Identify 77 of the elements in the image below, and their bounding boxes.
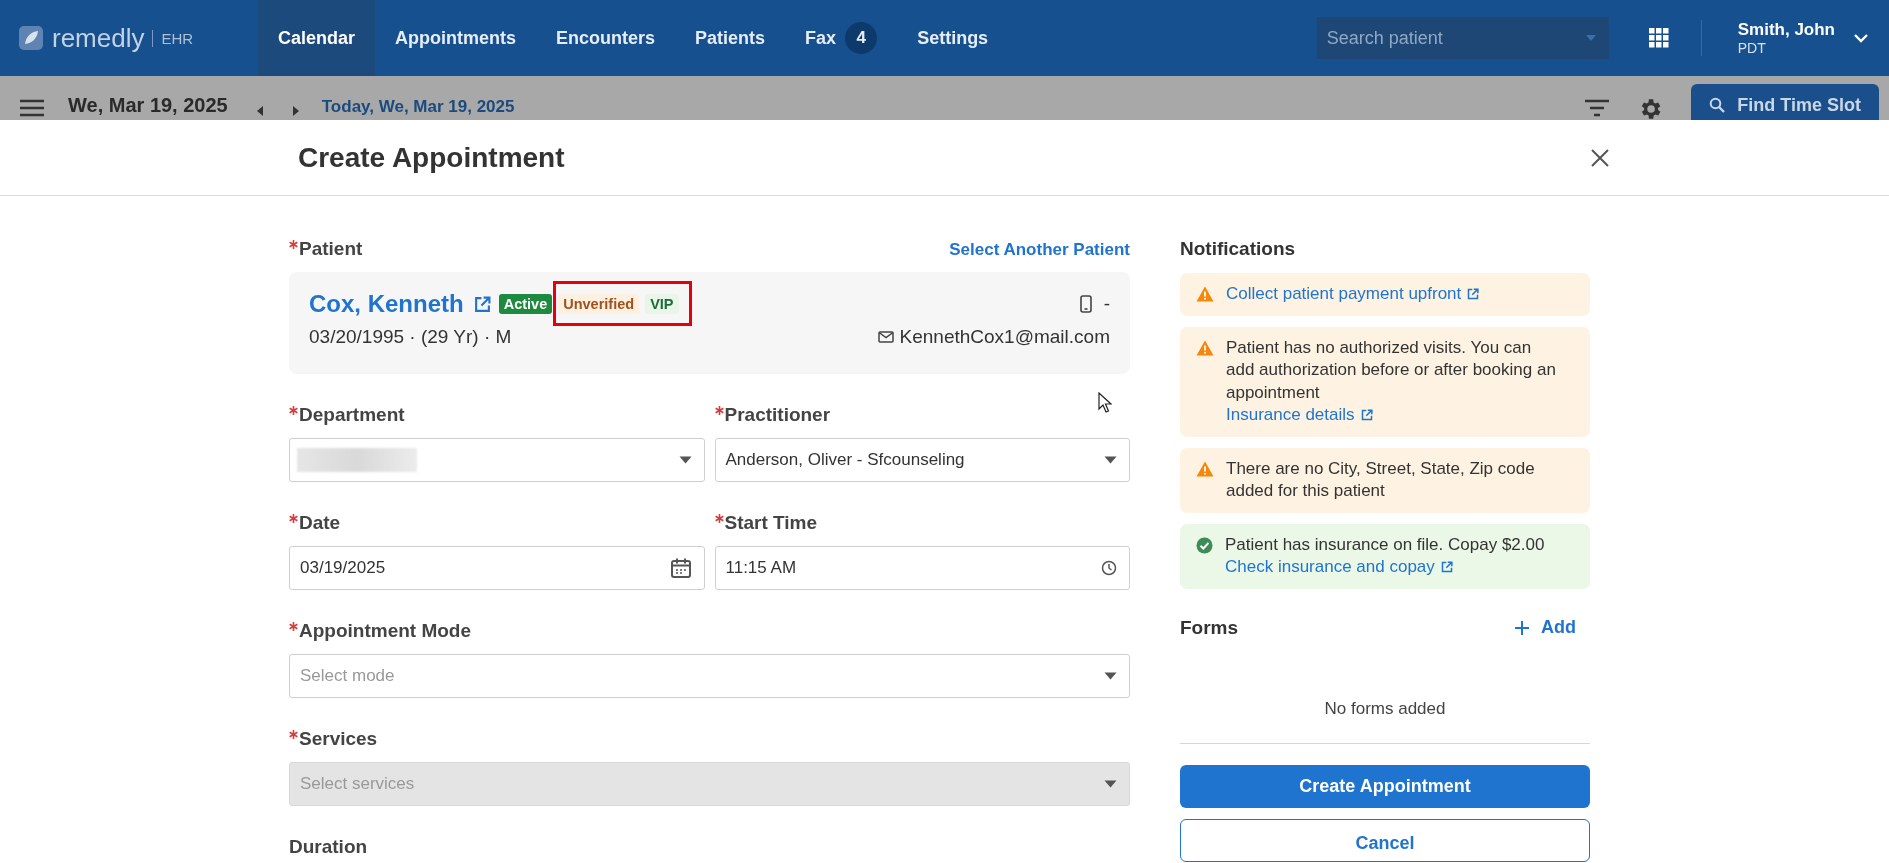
status-badge: Active bbox=[498, 294, 553, 314]
field-label: Duration bbox=[289, 836, 368, 858]
add-form-link[interactable]: Add bbox=[1515, 617, 1576, 638]
notification-link[interactable]: Check insurance and copay bbox=[1225, 556, 1545, 579]
user-name[interactable]: Smith, John bbox=[1737, 20, 1835, 40]
logo-text: remedly bbox=[52, 22, 145, 54]
nav-tab[interactable]: Fax 4 bbox=[785, 0, 898, 76]
create-appointment-button[interactable]: Create Appointment bbox=[1180, 764, 1590, 808]
notification-text: Patient has insurance on file. Copay $2.00 bbox=[1225, 533, 1545, 556]
field-label: Patient bbox=[299, 238, 363, 260]
field-label: Start Time bbox=[724, 512, 818, 534]
cancel-button[interactable]: Cancel bbox=[1180, 818, 1590, 862]
nav-tab[interactable]: Encounters bbox=[536, 0, 676, 76]
mobile-phone-icon bbox=[1079, 295, 1092, 313]
check-circle-icon bbox=[1196, 536, 1213, 554]
warning-icon bbox=[1196, 460, 1214, 477]
clock-icon bbox=[1101, 560, 1117, 576]
status-badge: Unverified bbox=[558, 294, 640, 314]
caret-icon bbox=[1104, 672, 1117, 680]
field-label: Services bbox=[299, 728, 378, 750]
external-link-icon bbox=[1440, 561, 1453, 574]
patient-email: KennethCox1@mail.com bbox=[899, 326, 1110, 348]
dialog-title: Create Appointment bbox=[298, 141, 565, 174]
select-field[interactable]: Anderson, Oliver - Sfcounseling bbox=[714, 438, 1130, 482]
external-link-icon[interactable] bbox=[473, 295, 491, 313]
empty-state-text: No forms added bbox=[1323, 698, 1447, 719]
select-field[interactable]: Select mode bbox=[289, 654, 1130, 698]
patient-details: 03/20/1995 · (29 Yr) · M bbox=[309, 326, 512, 348]
external-link-icon bbox=[1360, 409, 1373, 422]
external-link-icon bbox=[1467, 288, 1480, 301]
nav-tab[interactable]: Patients bbox=[675, 0, 786, 76]
current-date: We, Mar 19, 2025 bbox=[68, 94, 228, 117]
calendar-icon bbox=[669, 557, 692, 579]
field-label: Appointment Mode bbox=[299, 620, 472, 642]
mouse-pointer-icon bbox=[1098, 392, 1112, 414]
notification-text: There are no City, Street, State, Zip code added for this patient bbox=[1226, 457, 1536, 502]
nav-tab[interactable]: Calendar bbox=[258, 0, 376, 76]
patient-phone: - bbox=[1103, 293, 1110, 315]
notification-link[interactable]: Collect patient payment upfront bbox=[1226, 283, 1480, 306]
patient-name-link[interactable]: Cox, Kenneth bbox=[309, 290, 464, 318]
warning-icon bbox=[1196, 339, 1214, 356]
select-field[interactable] bbox=[289, 438, 705, 482]
count-badge: 4 bbox=[845, 22, 878, 54]
search-icon bbox=[1709, 97, 1726, 113]
nav-tab[interactable]: Settings bbox=[897, 0, 1009, 76]
plus-icon bbox=[1515, 620, 1529, 635]
caret-icon bbox=[678, 456, 692, 464]
apps-grid-icon[interactable] bbox=[1648, 28, 1669, 48]
select-another-patient-link[interactable]: Select Another Patient bbox=[949, 240, 1130, 260]
caret-icon bbox=[1104, 456, 1117, 464]
section-title: Forms bbox=[1180, 616, 1239, 639]
find-time-slot-button[interactable]: Find Time Slot bbox=[1691, 84, 1879, 120]
previous-icon[interactable] bbox=[255, 105, 264, 117]
caret-icon bbox=[1584, 34, 1597, 42]
notification-text: Patient has no authorized visits. You can add authorization before or after booking an appointment bbox=[1226, 336, 1556, 404]
nav-tab[interactable]: Appointments bbox=[375, 0, 537, 76]
filter-icon[interactable] bbox=[1585, 99, 1610, 117]
next-icon[interactable] bbox=[291, 105, 300, 117]
status-badge: VIP bbox=[645, 294, 679, 314]
chevron-down-icon[interactable] bbox=[1853, 33, 1869, 43]
menu-icon[interactable] bbox=[20, 99, 44, 117]
notification-link[interactable]: Insurance details bbox=[1226, 404, 1556, 427]
user-timezone: PDT bbox=[1737, 40, 1767, 56]
section-title: Notifications bbox=[1180, 238, 1297, 260]
search-field[interactable]: Search patient bbox=[1316, 17, 1609, 59]
leaf-logo-icon bbox=[18, 25, 44, 51]
mail-icon bbox=[877, 331, 894, 343]
time-field[interactable]: 11:15 AM bbox=[714, 546, 1130, 590]
field-label: Department bbox=[299, 404, 405, 426]
close-icon[interactable] bbox=[1591, 148, 1609, 167]
logo-suffix: EHR bbox=[152, 29, 194, 47]
today-link[interactable]: Today, We, Mar 19, 2025 bbox=[321, 97, 515, 117]
caret-icon bbox=[1104, 780, 1117, 788]
field-label: Practitioner bbox=[724, 404, 831, 426]
warning-icon bbox=[1196, 286, 1214, 302]
field-label: Date bbox=[299, 512, 341, 534]
date-field[interactable]: 03/19/2025 bbox=[289, 546, 705, 590]
